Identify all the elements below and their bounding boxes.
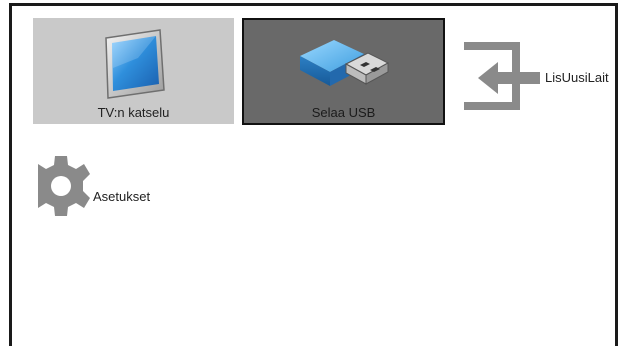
browse-usb-tile[interactable]: Selaa USB	[242, 18, 445, 125]
home-menu-screen: TV:n katselu Selaa USB LisUusiLait Asetu…	[9, 3, 618, 346]
browse-usb-label: Selaa USB	[311, 105, 376, 120]
add-device-arrow-icon	[464, 42, 540, 110]
gear-icon	[38, 156, 90, 216]
add-device-item[interactable]: LisUusiLait	[460, 42, 620, 112]
usb-stick-icon	[300, 40, 390, 86]
watch-tv-label: TV:n katselu	[97, 105, 170, 120]
settings-item[interactable]: Asetukset	[38, 156, 238, 236]
settings-label: Asetukset	[93, 189, 151, 204]
tv-icon	[105, 29, 165, 99]
add-device-label: LisUusiLait	[545, 70, 609, 85]
watch-tv-tile[interactable]: TV:n katselu	[33, 18, 234, 124]
